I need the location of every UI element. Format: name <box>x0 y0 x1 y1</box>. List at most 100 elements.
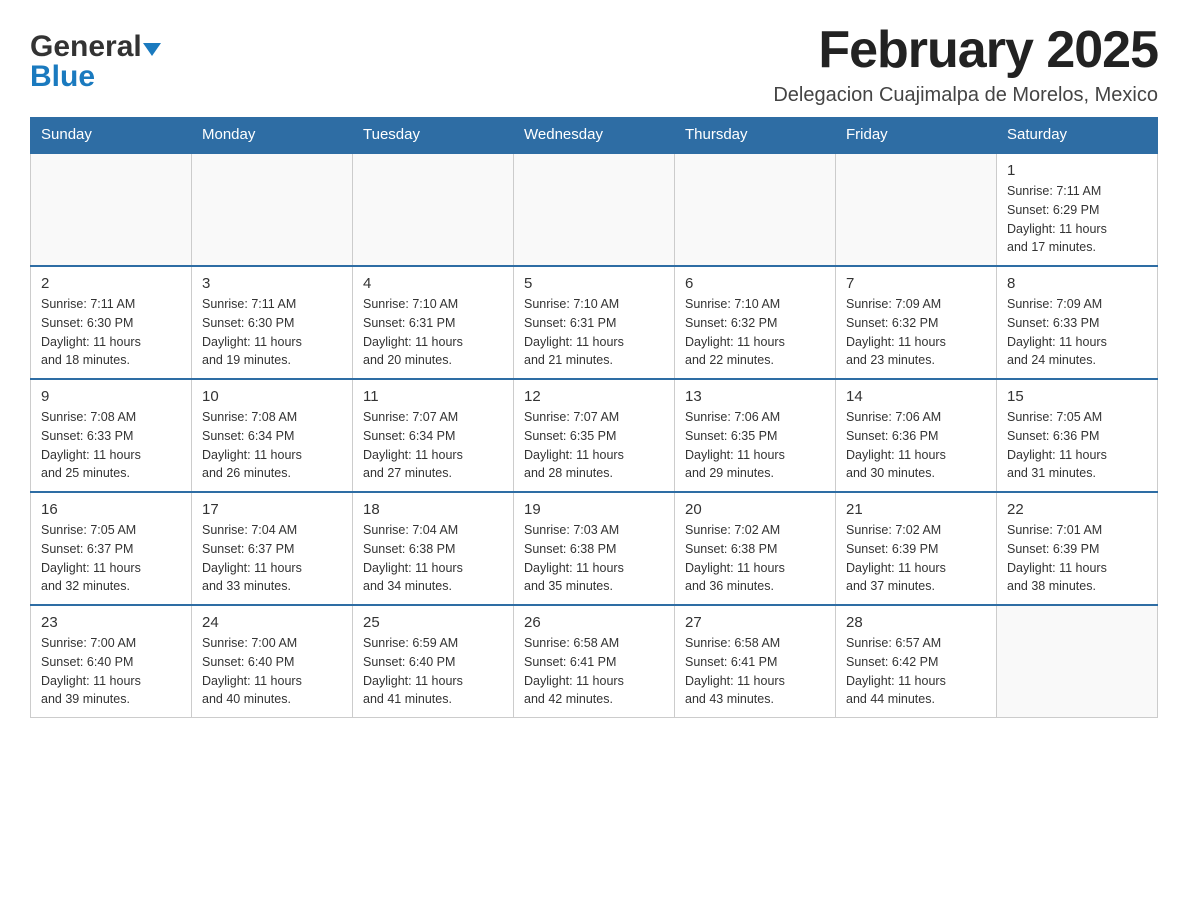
day-info: Sunrise: 7:02 AMSunset: 6:39 PMDaylight:… <box>846 521 986 596</box>
day-number: 1 <box>1007 162 1147 179</box>
table-row <box>514 153 675 267</box>
day-number: 7 <box>846 275 986 292</box>
col-thursday: Thursday <box>675 118 836 153</box>
day-info: Sunrise: 7:04 AMSunset: 6:38 PMDaylight:… <box>363 521 503 596</box>
col-saturday: Saturday <box>997 118 1158 153</box>
day-info: Sunrise: 7:00 AMSunset: 6:40 PMDaylight:… <box>41 634 181 709</box>
day-info: Sunrise: 7:07 AMSunset: 6:35 PMDaylight:… <box>524 408 664 483</box>
day-number: 26 <box>524 614 664 631</box>
calendar-week-row: 1 Sunrise: 7:11 AMSunset: 6:29 PMDaylight… <box>31 153 1158 267</box>
day-info: Sunrise: 6:58 AMSunset: 6:41 PMDaylight:… <box>685 634 825 709</box>
table-row: 20Sunrise: 7:02 AMSunset: 6:38 PMDayligh… <box>675 492 836 605</box>
table-row: 27 Sunrise: 6:58 AMSunset: 6:41 PMDayligh… <box>675 605 836 718</box>
table-row: 9 Sunrise: 7:08 AMSunset: 6:33 PMDaylight… <box>31 379 192 492</box>
table-row <box>353 153 514 267</box>
col-monday: Monday <box>192 118 353 153</box>
day-number: 14 <box>846 388 986 405</box>
table-row <box>192 153 353 267</box>
calendar-week-row: 9 Sunrise: 7:08 AMSunset: 6:33 PMDaylight… <box>31 379 1158 492</box>
day-info: Sunrise: 7:10 AMSunset: 6:31 PMDaylight:… <box>524 295 664 370</box>
table-row: 28Sunrise: 6:57 AMSunset: 6:42 PMDayligh… <box>836 605 997 718</box>
day-info: Sunrise: 7:09 AMSunset: 6:32 PMDaylight:… <box>846 295 986 370</box>
day-number: 2 <box>41 275 181 292</box>
table-row: 1 Sunrise: 7:11 AMSunset: 6:29 PMDaylight… <box>997 153 1158 267</box>
day-number: 17 <box>202 501 342 518</box>
day-number: 18 <box>363 501 503 518</box>
day-info: Sunrise: 7:05 AMSunset: 6:37 PMDaylight:… <box>41 521 181 596</box>
col-sunday: Sunday <box>31 118 192 153</box>
day-info: Sunrise: 7:11 AMSunset: 6:29 PMDaylight:… <box>1007 182 1147 257</box>
day-info: Sunrise: 6:58 AMSunset: 6:41 PMDaylight:… <box>524 634 664 709</box>
day-info: Sunrise: 7:04 AMSunset: 6:37 PMDaylight:… <box>202 521 342 596</box>
day-info: Sunrise: 7:00 AMSunset: 6:40 PMDaylight:… <box>202 634 342 709</box>
day-number: 19 <box>524 501 664 518</box>
calendar-week-row: 2 Sunrise: 7:11 AMSunset: 6:30 PMDaylight… <box>31 266 1158 379</box>
day-info: Sunrise: 7:11 AMSunset: 6:30 PMDaylight:… <box>202 295 342 370</box>
table-row: 23 Sunrise: 7:00 AMSunset: 6:40 PMDayligh… <box>31 605 192 718</box>
day-number: 8 <box>1007 275 1147 292</box>
day-info: Sunrise: 7:10 AMSunset: 6:32 PMDaylight:… <box>685 295 825 370</box>
day-number: 27 <box>685 614 825 631</box>
month-title: February 2025 <box>773 20 1158 80</box>
day-number: 16 <box>41 501 181 518</box>
day-info: Sunrise: 6:59 AMSunset: 6:40 PMDaylight:… <box>363 634 503 709</box>
day-number: 3 <box>202 275 342 292</box>
table-row: 22Sunrise: 7:01 AMSunset: 6:39 PMDayligh… <box>997 492 1158 605</box>
table-row: 19 Sunrise: 7:03 AMSunset: 6:38 PMDayligh… <box>514 492 675 605</box>
table-row: 2 Sunrise: 7:11 AMSunset: 6:30 PMDaylight… <box>31 266 192 379</box>
day-info: Sunrise: 7:10 AMSunset: 6:31 PMDaylight:… <box>363 295 503 370</box>
day-info: Sunrise: 7:03 AMSunset: 6:38 PMDaylight:… <box>524 521 664 596</box>
day-number: 24 <box>202 614 342 631</box>
day-number: 9 <box>41 388 181 405</box>
day-info: Sunrise: 7:05 AMSunset: 6:36 PMDaylight:… <box>1007 408 1147 483</box>
table-row <box>31 153 192 267</box>
col-wednesday: Wednesday <box>514 118 675 153</box>
table-row: 15 Sunrise: 7:05 AMSunset: 6:36 PMDayligh… <box>997 379 1158 492</box>
day-number: 10 <box>202 388 342 405</box>
table-row: 21Sunrise: 7:02 AMSunset: 6:39 PMDayligh… <box>836 492 997 605</box>
calendar-header-row: Sunday Monday Tuesday Wednesday Thursday… <box>31 118 1158 153</box>
title-area: February 2025 Delegacion Cuajimalpa de M… <box>773 20 1158 107</box>
table-row: 13 Sunrise: 7:06 AMSunset: 6:35 PMDayligh… <box>675 379 836 492</box>
table-row: 4Sunrise: 7:10 AMSunset: 6:31 PMDaylight… <box>353 266 514 379</box>
table-row: 3 Sunrise: 7:11 AMSunset: 6:30 PMDaylight… <box>192 266 353 379</box>
day-info: Sunrise: 7:08 AMSunset: 6:34 PMDaylight:… <box>202 408 342 483</box>
location-subtitle: Delegacion Cuajimalpa de Morelos, Mexico <box>773 84 1158 107</box>
calendar-week-row: 16 Sunrise: 7:05 AMSunset: 6:37 PMDayligh… <box>31 492 1158 605</box>
day-info: Sunrise: 7:02 AMSunset: 6:38 PMDaylight:… <box>685 521 825 596</box>
day-info: Sunrise: 6:57 AMSunset: 6:42 PMDaylight:… <box>846 634 986 709</box>
table-row: 7 Sunrise: 7:09 AMSunset: 6:32 PMDaylight… <box>836 266 997 379</box>
logo-triangle-icon <box>143 43 161 56</box>
day-info: Sunrise: 7:06 AMSunset: 6:35 PMDaylight:… <box>685 408 825 483</box>
day-number: 23 <box>41 614 181 631</box>
table-row: 24 Sunrise: 7:00 AMSunset: 6:40 PMDayligh… <box>192 605 353 718</box>
calendar-week-row: 23 Sunrise: 7:00 AMSunset: 6:40 PMDayligh… <box>31 605 1158 718</box>
calendar-table: Sunday Monday Tuesday Wednesday Thursday… <box>30 117 1158 718</box>
table-row <box>997 605 1158 718</box>
day-number: 25 <box>363 614 503 631</box>
table-row: 25 Sunrise: 6:59 AMSunset: 6:40 PMDayligh… <box>353 605 514 718</box>
table-row: 6Sunrise: 7:10 AMSunset: 6:32 PMDaylight… <box>675 266 836 379</box>
day-number: 15 <box>1007 388 1147 405</box>
table-row: 17 Sunrise: 7:04 AMSunset: 6:37 PMDayligh… <box>192 492 353 605</box>
day-number: 5 <box>524 275 664 292</box>
day-info: Sunrise: 7:11 AMSunset: 6:30 PMDaylight:… <box>41 295 181 370</box>
day-info: Sunrise: 7:09 AMSunset: 6:33 PMDaylight:… <box>1007 295 1147 370</box>
table-row: 12Sunrise: 7:07 AMSunset: 6:35 PMDayligh… <box>514 379 675 492</box>
logo: General Blue <box>30 30 161 94</box>
day-info: Sunrise: 7:06 AMSunset: 6:36 PMDaylight:… <box>846 408 986 483</box>
logo-general-text: General <box>30 30 142 64</box>
table-row: 14 Sunrise: 7:06 AMSunset: 6:36 PMDayligh… <box>836 379 997 492</box>
col-friday: Friday <box>836 118 997 153</box>
table-row: 26 Sunrise: 6:58 AMSunset: 6:41 PMDayligh… <box>514 605 675 718</box>
day-info: Sunrise: 7:01 AMSunset: 6:39 PMDaylight:… <box>1007 521 1147 596</box>
day-number: 13 <box>685 388 825 405</box>
table-row: 8 Sunrise: 7:09 AMSunset: 6:33 PMDaylight… <box>997 266 1158 379</box>
table-row <box>836 153 997 267</box>
table-row: 11 Sunrise: 7:07 AMSunset: 6:34 PMDayligh… <box>353 379 514 492</box>
table-row <box>675 153 836 267</box>
day-info: Sunrise: 7:08 AMSunset: 6:33 PMDaylight:… <box>41 408 181 483</box>
day-info: Sunrise: 7:07 AMSunset: 6:34 PMDaylight:… <box>363 408 503 483</box>
table-row: 18 Sunrise: 7:04 AMSunset: 6:38 PMDayligh… <box>353 492 514 605</box>
day-number: 11 <box>363 388 503 405</box>
